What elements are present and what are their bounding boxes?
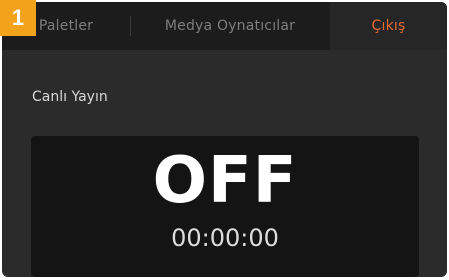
step-number-badge: 1	[0, 0, 36, 36]
stream-timecode: 00:00:00	[171, 224, 279, 252]
stream-status-panel[interactable]: OFF 00:00:00	[31, 136, 419, 277]
app-panel: Paletler Medya Oynatıcılar Çıkış Canlı Y…	[2, 2, 447, 277]
stream-status-text: OFF	[152, 144, 298, 218]
tab-output[interactable]: Çıkış	[330, 2, 447, 50]
live-stream-label: Canlı Yayın	[32, 89, 108, 105]
tab-bar: Paletler Medya Oynatıcılar Çıkış	[2, 2, 447, 50]
tab-media-players[interactable]: Medya Oynatıcılar	[130, 2, 330, 50]
